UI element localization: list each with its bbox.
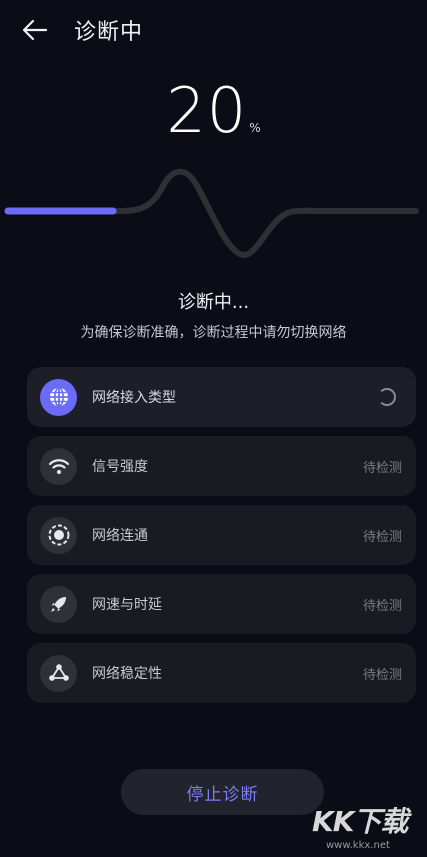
list-item-stability: 网络稳定性 待检测 xyxy=(27,643,416,703)
list-item-connectivity: 网络连通 待检测 xyxy=(27,505,416,565)
item-status: 待检测 xyxy=(362,529,402,545)
item-status: 待检测 xyxy=(362,667,402,683)
list-item-speed-latency: 网速与时延 待检测 xyxy=(27,574,416,634)
wifi-icon xyxy=(40,447,77,485)
diagnosis-list: 网络接入类型 信号强度 待检测 网络连通 待检测 网速与时延 待检测 网络稳定性… xyxy=(27,367,416,712)
watermark-logo: KK下载 www.kkx.net xyxy=(312,800,422,854)
rocket-icon xyxy=(40,585,77,623)
watermark-logo-text: KK下载 xyxy=(312,805,408,838)
progress-unit: % xyxy=(249,121,261,135)
status-notice: 为确保诊断准确，诊断过程中请勿切换网络 xyxy=(80,325,347,341)
progress-readout: 20% xyxy=(0,74,427,147)
back-button[interactable] xyxy=(22,14,54,46)
item-label: 网络连通 xyxy=(92,528,148,544)
loading-spinner-icon xyxy=(378,388,396,406)
progress-wave xyxy=(4,168,419,259)
header: 诊断中 xyxy=(22,10,143,50)
watermark-url: www.kkx.net xyxy=(326,840,390,851)
page-title: 诊断中 xyxy=(74,20,144,45)
item-label: 网络稳定性 xyxy=(92,666,162,682)
progress-value: 20 xyxy=(166,74,248,147)
list-item-access-type: 网络接入类型 xyxy=(27,367,416,427)
diagnosis-screen: 诊断中 20% 诊断中... 为确保诊断准确，诊断过程中请勿切换网络 网络接入类… xyxy=(0,0,427,857)
item-label: 网速与时延 xyxy=(92,597,162,613)
back-arrow-icon xyxy=(22,19,48,41)
item-status: 待检测 xyxy=(362,460,402,476)
status-text: 诊断中... xyxy=(177,292,250,313)
item-status: 待检测 xyxy=(362,598,402,614)
item-label: 网络接入类型 xyxy=(92,390,176,406)
stop-diagnosis-button[interactable]: 停止诊断 xyxy=(121,769,324,815)
network-nodes-icon xyxy=(40,654,77,692)
target-icon xyxy=(40,516,77,554)
list-item-signal-strength: 信号强度 待检测 xyxy=(27,436,416,496)
globe-icon xyxy=(40,378,77,416)
item-label: 信号强度 xyxy=(92,459,148,475)
